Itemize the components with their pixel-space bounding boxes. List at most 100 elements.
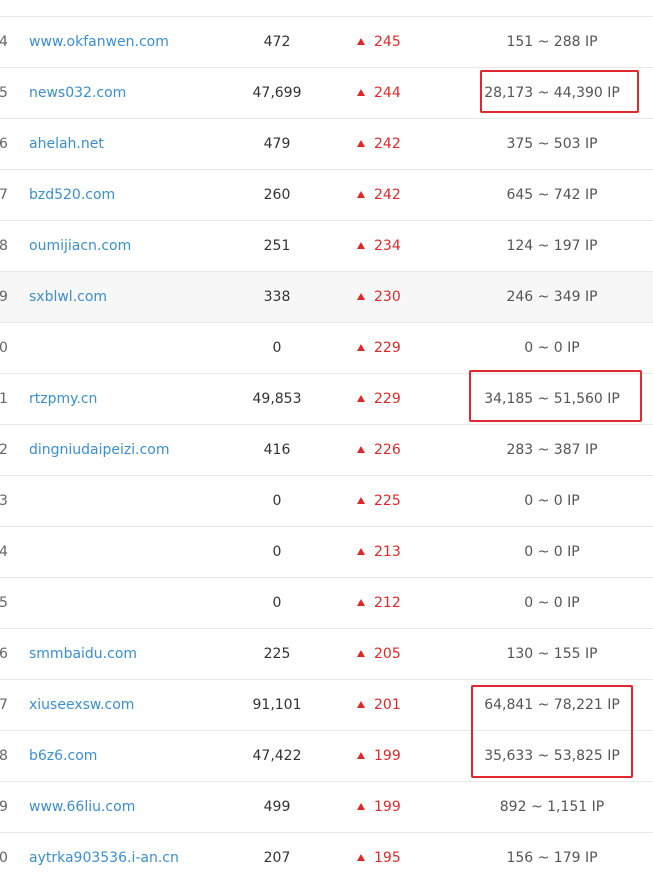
rank-cell: 7 [0, 187, 8, 203]
change-cell: 229 [357, 323, 401, 373]
ip-range-cell: 130 ~ 155 IP [506, 646, 598, 662]
ip-range-cell: 375 ~ 503 IP [506, 136, 598, 152]
domain-link[interactable]: news032.com [29, 68, 126, 118]
domain-link[interactable]: smmbaidu.com [29, 629, 137, 679]
rank-cell: 4 [0, 34, 8, 50]
ip-range-cell: 246 ~ 349 IP [506, 289, 598, 305]
table-row: 9 www.66liu.com 499 199 892 ~ 1,151 IP [0, 781, 653, 832]
change-value: 213 [374, 544, 401, 560]
rank-cell: 1 [0, 391, 8, 407]
domain-link[interactable]: sxblwl.com [29, 272, 107, 322]
pv-cell: 260 [263, 187, 291, 203]
change-cell: 226 [357, 425, 401, 475]
table-row: 6 ahelah.net 479 242 375 ~ 503 IP [0, 118, 653, 169]
pv-cell: 251 [263, 238, 291, 254]
up-arrow-icon [357, 803, 365, 810]
table-row: 7 xiuseexsw.com 91,101 201 64,841 ~ 78,2… [0, 679, 653, 730]
pv-cell: 499 [263, 799, 291, 815]
up-arrow-icon [357, 140, 365, 147]
up-arrow-icon [357, 395, 365, 402]
rank-cell: 6 [0, 136, 8, 152]
domain-link[interactable]: aytrka903536.i-an.cn [29, 833, 179, 883]
pv-cell: 47,422 [252, 748, 302, 764]
rank-cell: 3 [0, 493, 8, 509]
table-row: 0 aytrka903536.i-an.cn 207 195 156 ~ 179… [0, 832, 653, 883]
up-arrow-icon [357, 89, 365, 96]
change-cell: 245 [357, 17, 401, 67]
change-value: 201 [374, 697, 401, 713]
up-arrow-icon [357, 242, 365, 249]
pv-cell: 207 [263, 850, 291, 866]
domain-link[interactable]: ahelah.net [29, 119, 104, 169]
change-value: 225 [374, 493, 401, 509]
change-value: 242 [374, 136, 401, 152]
change-value: 245 [374, 34, 401, 50]
domain-link[interactable]: www.okfanwen.com [29, 17, 169, 67]
ip-range-cell: 892 ~ 1,151 IP [499, 799, 605, 815]
pv-cell: 0 [272, 340, 282, 356]
up-arrow-icon [357, 548, 365, 555]
up-arrow-icon [357, 752, 365, 759]
table-row: 9 sxblwl.com 338 230 246 ~ 349 IP [0, 271, 653, 322]
domain-link[interactable]: bzd520.com [29, 170, 115, 220]
domain-link[interactable]: www.66liu.com [29, 782, 135, 832]
rank-cell: 4 [0, 544, 8, 560]
ip-range-cell: 0 ~ 0 IP [524, 493, 580, 509]
change-cell: 205 [357, 629, 401, 679]
change-cell: 242 [357, 119, 401, 169]
rank-cell: 2 [0, 442, 8, 458]
change-cell: 213 [357, 527, 401, 577]
up-arrow-icon [357, 38, 365, 45]
table-row: 5 0 212 0 ~ 0 IP [0, 577, 653, 628]
table-row: 0 0 229 0 ~ 0 IP [0, 322, 653, 373]
table-row: 4 0 213 0 ~ 0 IP [0, 526, 653, 577]
table-row: 7 bzd520.com 260 242 645 ~ 742 IP [0, 169, 653, 220]
pv-cell: 0 [272, 595, 282, 611]
domain-link[interactable]: dingniudaipeizi.com [29, 425, 170, 475]
change-value: 205 [374, 646, 401, 662]
table-row: 8 oumijiacn.com 251 234 124 ~ 197 IP [0, 220, 653, 271]
rank-cell: 0 [0, 340, 8, 356]
ip-range-cell: 64,841 ~ 78,221 IP [484, 697, 620, 713]
up-arrow-icon [357, 446, 365, 453]
pv-cell: 47,699 [252, 85, 302, 101]
up-arrow-icon [357, 191, 365, 198]
change-value: 226 [374, 442, 401, 458]
domain-link[interactable]: rtzpmy.cn [29, 374, 97, 424]
change-cell: 199 [357, 731, 401, 781]
change-cell: 225 [357, 476, 401, 526]
table-row: 4 www.okfanwen.com 472 245 151 ~ 288 IP [0, 16, 653, 67]
change-value: 229 [374, 391, 401, 407]
ip-range-cell: 645 ~ 742 IP [506, 187, 598, 203]
rank-cell: 9 [0, 289, 8, 305]
domain-link[interactable]: oumijiacn.com [29, 221, 131, 271]
pv-cell: 49,853 [252, 391, 302, 407]
change-value: 195 [374, 850, 401, 866]
up-arrow-icon [357, 650, 365, 657]
table-row: 5 news032.com 47,699 244 28,173 ~ 44,390… [0, 67, 653, 118]
table-row: 6 smmbaidu.com 225 205 130 ~ 155 IP [0, 628, 653, 679]
table-row: 2 dingniudaipeizi.com 416 226 283 ~ 387 … [0, 424, 653, 475]
domain-link[interactable]: b6z6.com [29, 731, 97, 781]
ip-range-cell: 35,633 ~ 53,825 IP [484, 748, 620, 764]
rank-cell: 7 [0, 697, 8, 713]
change-cell: 242 [357, 170, 401, 220]
ip-range-cell: 0 ~ 0 IP [524, 544, 580, 560]
ip-range-cell: 156 ~ 179 IP [506, 850, 598, 866]
up-arrow-icon [357, 344, 365, 351]
pv-cell: 0 [272, 493, 282, 509]
up-arrow-icon [357, 599, 365, 606]
change-cell: 201 [357, 680, 401, 730]
table-row: 3 0 225 0 ~ 0 IP [0, 475, 653, 526]
pv-cell: 479 [263, 136, 291, 152]
ip-range-cell: 0 ~ 0 IP [524, 340, 580, 356]
change-value: 199 [374, 799, 401, 815]
change-cell: 199 [357, 782, 401, 832]
pv-cell: 416 [263, 442, 291, 458]
change-value: 244 [374, 85, 401, 101]
rank-cell: 0 [0, 850, 8, 866]
change-value: 199 [374, 748, 401, 764]
rank-cell: 8 [0, 238, 8, 254]
table-row: 1 rtzpmy.cn 49,853 229 34,185 ~ 51,560 I… [0, 373, 653, 424]
domain-link[interactable]: xiuseexsw.com [29, 680, 134, 730]
